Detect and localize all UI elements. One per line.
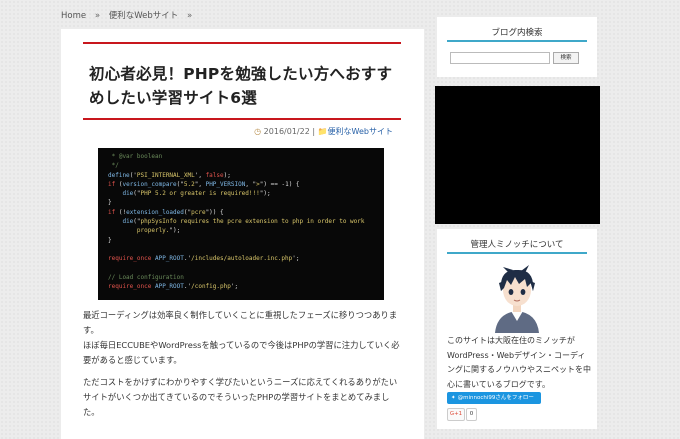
widget-title-underline [447, 252, 587, 254]
article-body: 最近コーディングは効率良く制作していくことに重視したフェーズに移りつつあります。… [83, 308, 403, 427]
clock-icon: ◷ [254, 127, 262, 136]
gplus-button[interactable]: G+1 [447, 408, 465, 421]
article-meta: ◷ 2016/01/22 | 📁便利なWebサイト [254, 126, 393, 137]
article-title: 初心者必見！PHPを勉強したい方へおすすめしたい学習サイト6選 [89, 65, 393, 107]
code-line: die("PHP 5.2 or greater is required!!!")… [122, 190, 271, 198]
code-line: // Load configuration [108, 273, 184, 281]
breadcrumb-home-link[interactable]: Home [61, 11, 86, 21]
search-input[interactable] [450, 52, 550, 64]
profile-widget: 管理人ミノッチについて このサイトは大阪在住のミノッチがWordPress・We… [437, 229, 597, 429]
search-button[interactable]: 検索 [553, 52, 579, 64]
article-card: 初心者必見！PHPを勉強したい方へおすすめしたい学習サイト6選 ◷ 2016/0… [61, 29, 424, 439]
ad-banner[interactable] [435, 86, 600, 224]
breadcrumb: Home » 便利なWebサイト » [61, 9, 198, 21]
code-line: die("phpSysInfo requires the pcre extens… [122, 218, 365, 226]
folder-icon: 📁 [317, 127, 328, 136]
article-date: 2016/01/22 [263, 127, 310, 136]
title-bottom-rule [83, 118, 401, 120]
article-category-link[interactable]: 便利なWebサイト [328, 127, 393, 136]
breadcrumb-separator: » [94, 11, 101, 21]
article-eyecatch-image: * @var boolean */define('PSI_INTERNAL_XM… [98, 148, 384, 300]
twitter-bird-icon: ✦ [451, 395, 456, 401]
article-paragraph: 最近コーディングは効率良く制作していくことに重視したフェーズに移りつつあります。… [83, 310, 400, 365]
code-line: if (!extension_loaded("pcre")) { [108, 208, 224, 216]
avatar [495, 265, 539, 333]
code-line: properly."); [108, 227, 181, 235]
profile-widget-title: 管理人ミノッチについて [470, 240, 564, 250]
breadcrumb-separator: » [186, 11, 193, 21]
meta-separator: | [312, 127, 316, 136]
search-widget: ブログ内検索 検索 [437, 17, 597, 77]
code-line: */ [108, 162, 119, 170]
breadcrumb-category-link[interactable]: 便利なWebサイト [109, 11, 179, 21]
widget-title-underline [447, 40, 587, 42]
code-line: define('PSI_INTERNAL_XML', false); [108, 171, 231, 179]
search-widget-title: ブログ内検索 [491, 28, 543, 38]
profile-description: このサイトは大阪在住のミノッチがWordPress・Webデザイン・コーディング… [447, 336, 591, 389]
title-top-rule [83, 42, 401, 44]
code-line: } [108, 199, 112, 207]
code-line: require_once APP_ROOT.'/config.php'; [108, 283, 239, 291]
code-line: * @var boolean [108, 153, 163, 160]
article-paragraph: ただコストをかけずにわかりやすく学びたいというニーズに応えてくれるありがたいサイ… [83, 377, 398, 417]
code-line: } [108, 236, 112, 244]
twitter-follow-label: @minnochi99さんをフォロー [457, 395, 534, 401]
twitter-follow-button[interactable]: ✦ @minnochi99さんをフォロー [447, 392, 541, 404]
gplus-count: 0 [466, 408, 477, 421]
code-line: if (version_compare("5.2", PHP_VERSION, … [108, 180, 300, 188]
code-line: require_once APP_ROOT.'/includes/autoloa… [108, 255, 300, 263]
